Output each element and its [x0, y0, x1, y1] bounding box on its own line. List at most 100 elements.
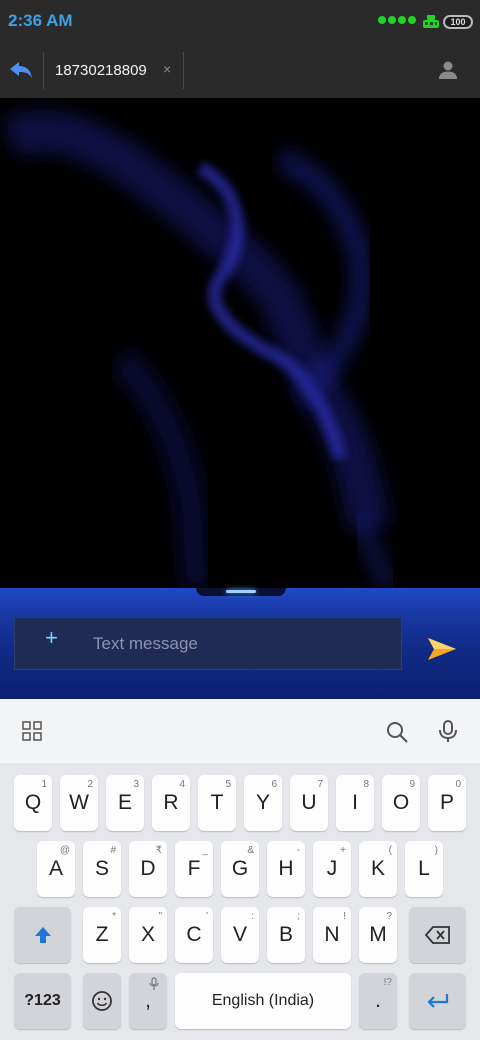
- key-hint: 9: [409, 779, 415, 790]
- signal-strength-icon: [378, 16, 416, 24]
- key-hint: 0: [455, 779, 461, 790]
- key-hint: @: [59, 845, 70, 856]
- key-label: .: [375, 989, 381, 1012]
- key-x[interactable]: " X: [129, 907, 167, 963]
- send-icon[interactable]: [426, 635, 458, 663]
- remove-recipient-icon[interactable]: ×: [163, 61, 171, 77]
- key-hint: *: [112, 911, 116, 922]
- key-label: ,: [145, 989, 151, 1012]
- wifi-icon: [423, 15, 439, 28]
- key-label: Q: [24, 791, 42, 814]
- keyboard-toolbar: [0, 699, 480, 763]
- key-hint: ": [158, 911, 162, 922]
- space-key[interactable]: English (India): [175, 973, 351, 1029]
- key-hint: 7: [317, 779, 323, 790]
- key-hint: &: [247, 845, 254, 856]
- messaging-screen: 2:36 AM 100 18730218809 × + Text message…: [0, 0, 480, 1040]
- key-label: I: [352, 791, 358, 814]
- enter-arrow-icon: [426, 994, 448, 1008]
- compose-bar: + Text message: [0, 588, 480, 699]
- key-label: H: [278, 857, 294, 880]
- comma-key[interactable]: ,: [129, 973, 167, 1029]
- key-hint: !: [343, 911, 346, 922]
- key-q[interactable]: 1Q: [14, 775, 52, 831]
- back-arrow-icon[interactable]: [8, 56, 36, 84]
- key-hint: ): [434, 845, 438, 856]
- key-l[interactable]: ) L: [405, 841, 443, 897]
- key-hint: ₹: [155, 845, 162, 856]
- key-label: N: [324, 923, 340, 946]
- compose-notch: [196, 588, 286, 596]
- key-hint: ': [206, 911, 208, 922]
- soft-keyboard: 1Q 2W 3E 4R 5T 6Y 7U 8I 9O 0P @ A # S ₹ D _…: [0, 699, 480, 1040]
- key-b[interactable]: ; B: [267, 907, 305, 963]
- backspace-key[interactable]: [409, 907, 466, 963]
- key-hint: 3: [133, 779, 139, 790]
- period-key[interactable]: !?.: [359, 973, 397, 1029]
- key-label: P: [439, 791, 454, 814]
- microphone-icon[interactable]: [437, 719, 459, 743]
- key-c[interactable]: ' C: [175, 907, 213, 963]
- key-hint: -: [296, 845, 300, 856]
- message-input-field[interactable]: + Text message: [14, 617, 402, 670]
- key-label: D: [140, 857, 156, 880]
- key-label: S: [94, 857, 109, 880]
- key-label: K: [370, 857, 385, 880]
- key-a[interactable]: @ A: [37, 841, 75, 897]
- key-label: O: [392, 791, 410, 814]
- conversation-area: [0, 98, 480, 588]
- key-label: J: [326, 857, 338, 880]
- conversation-header: 18730218809 ×: [0, 44, 480, 98]
- key-z[interactable]: * Z: [83, 907, 121, 963]
- key-hint: :: [251, 911, 254, 922]
- key-label: G: [231, 857, 249, 880]
- recipient-number: 18730218809: [55, 62, 147, 79]
- key-hint: 2: [87, 779, 93, 790]
- enter-key[interactable]: [409, 973, 466, 1029]
- key-hint: 5: [225, 779, 231, 790]
- key-hint: #: [110, 845, 116, 856]
- key-hint: ;: [297, 911, 300, 922]
- shift-arrow-icon: [34, 927, 51, 943]
- wallpaper-image: [2, 110, 399, 588]
- battery-level: 100: [450, 17, 466, 27]
- contact-icon[interactable]: [436, 58, 460, 82]
- key-label: L: [418, 857, 430, 880]
- key-hint: 8: [363, 779, 369, 790]
- symbols-key[interactable]: ?123: [14, 973, 71, 1029]
- key-label: T: [210, 791, 224, 814]
- key-hint: (: [388, 845, 392, 856]
- battery-icon: 100: [443, 15, 473, 29]
- key-hint: 6: [271, 779, 277, 790]
- key-label: Y: [255, 791, 270, 814]
- key-label: U: [301, 791, 317, 814]
- key-hint: 1: [41, 779, 47, 790]
- apps-grid-icon[interactable]: [22, 721, 42, 741]
- key-hint: !?: [383, 977, 392, 988]
- key-hint: +: [340, 845, 346, 856]
- key-label: R: [163, 791, 179, 814]
- search-icon[interactable]: [385, 720, 409, 744]
- attach-button[interactable]: +: [45, 625, 58, 651]
- emoji-icon: [92, 991, 112, 1011]
- key-n[interactable]: ! N: [313, 907, 351, 963]
- shift-key[interactable]: [14, 907, 71, 963]
- message-placeholder: Text message: [93, 634, 198, 653]
- key-label: X: [140, 923, 155, 946]
- key-label: C: [186, 923, 202, 946]
- key-label: M: [369, 923, 387, 946]
- recipient-chip[interactable]: 18730218809 ×: [43, 52, 184, 89]
- mic-hint-icon: [149, 977, 159, 990]
- key-label: E: [117, 791, 132, 814]
- key-label: W: [69, 791, 89, 814]
- key-label: B: [278, 923, 293, 946]
- emoji-key[interactable]: [83, 973, 121, 1029]
- key-hint: ?: [386, 911, 392, 922]
- key-label: Z: [95, 923, 109, 946]
- key-hint: _: [202, 845, 208, 856]
- status-time: 2:36 AM: [8, 11, 73, 30]
- key-hint: 4: [179, 779, 185, 790]
- key-label: F: [187, 857, 201, 880]
- key-v[interactable]: :V: [221, 907, 259, 963]
- key-label: V: [232, 923, 247, 946]
